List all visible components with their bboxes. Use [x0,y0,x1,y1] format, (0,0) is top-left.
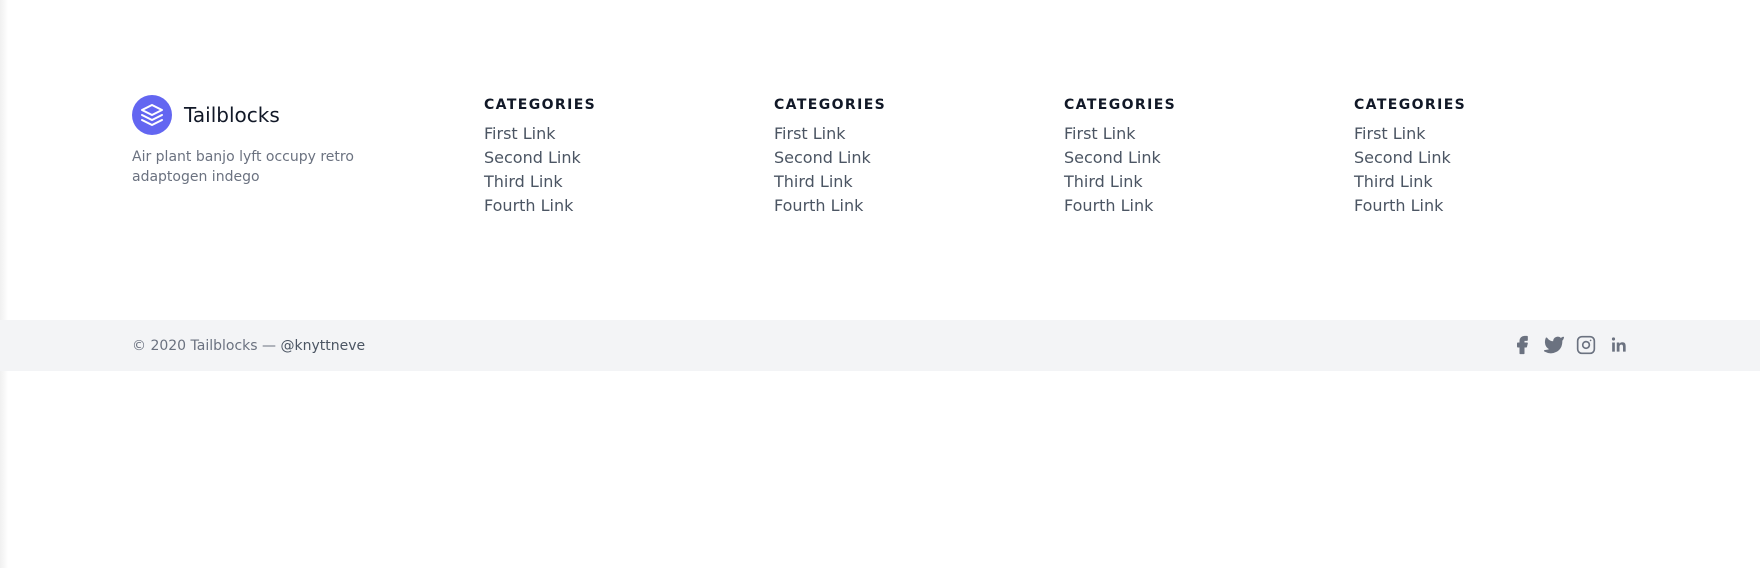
link-column-3: CATEGORIES First Link Second Link Third … [1064,97,1304,218]
footer-link-first[interactable]: First Link [774,124,846,143]
list-item: Third Link [1064,170,1304,194]
footer-link-second[interactable]: Second Link [774,148,871,167]
brand-description: Air plant banjo lyft occupy retro adapto… [132,149,354,185]
footer-link-fourth[interactable]: Fourth Link [1064,196,1153,215]
list-item: First Link [774,122,1014,146]
social-links [1512,335,1640,355]
brand-link[interactable]: Tailblocks [132,95,432,135]
list-item: Fourth Link [484,194,724,218]
list-item: Fourth Link [1064,194,1304,218]
list-item: Second Link [774,146,1014,170]
link-column-2: CATEGORIES First Link Second Link Third … [774,97,1014,218]
footer-link-fourth[interactable]: Fourth Link [1354,196,1443,215]
link-list: First Link Second Link Third Link Fourth… [484,122,724,218]
footer-link-first[interactable]: First Link [484,124,556,143]
author-handle-link[interactable]: @knyttneve [280,338,365,354]
footer: Tailblocks Air plant banjo lyft occupy r… [0,0,1760,371]
column-title: CATEGORIES [774,97,887,113]
footer-link-third[interactable]: Third Link [774,172,853,191]
column-title: CATEGORIES [1354,97,1467,113]
link-list: First Link Second Link Third Link Fourth… [1064,122,1304,218]
facebook-icon[interactable] [1512,335,1532,355]
footer-link-second[interactable]: Second Link [1354,148,1451,167]
link-list: First Link Second Link Third Link Fourth… [774,122,1014,218]
list-item: Fourth Link [774,194,1014,218]
list-item: Second Link [1064,146,1304,170]
list-item: Fourth Link [1354,194,1594,218]
footer-link-second[interactable]: Second Link [484,148,581,167]
footer-bottom-bar: © 2020 Tailblocks — @knyttneve [0,320,1760,371]
twitter-icon[interactable] [1544,335,1564,355]
column-title: CATEGORIES [484,97,597,113]
list-item: First Link [484,122,724,146]
copyright-text: © 2020 Tailblocks — @knyttneve [132,336,365,356]
list-item: Third Link [1354,170,1594,194]
footer-link-second[interactable]: Second Link [1064,148,1161,167]
list-item: Third Link [774,170,1014,194]
list-item: First Link [1354,122,1594,146]
footer-link-third[interactable]: Third Link [1354,172,1433,191]
footer-main: Tailblocks Air plant banjo lyft occupy r… [0,0,1760,320]
copyright-prefix: © 2020 Tailblocks — [132,338,281,354]
footer-link-third[interactable]: Third Link [1064,172,1143,191]
link-column-4: CATEGORIES First Link Second Link Third … [1354,97,1594,218]
footer-link-fourth[interactable]: Fourth Link [484,196,573,215]
brand-name: Tailblocks [184,103,280,127]
link-column-1: CATEGORIES First Link Second Link Third … [484,97,724,218]
list-item: Third Link [484,170,724,194]
footer-link-third[interactable]: Third Link [484,172,563,191]
footer-link-first[interactable]: First Link [1064,124,1136,143]
footer-link-first[interactable]: First Link [1354,124,1426,143]
column-title: CATEGORIES [1064,97,1177,113]
footer-link-fourth[interactable]: Fourth Link [774,196,863,215]
instagram-icon[interactable] [1576,335,1596,355]
link-list: First Link Second Link Third Link Fourth… [1354,122,1594,218]
list-item: Second Link [1354,146,1594,170]
linkedin-icon[interactable] [1608,335,1628,355]
list-item: First Link [1064,122,1304,146]
layers-icon [132,95,172,135]
list-item: Second Link [484,146,724,170]
brand-block: Tailblocks Air plant banjo lyft occupy r… [132,95,432,187]
